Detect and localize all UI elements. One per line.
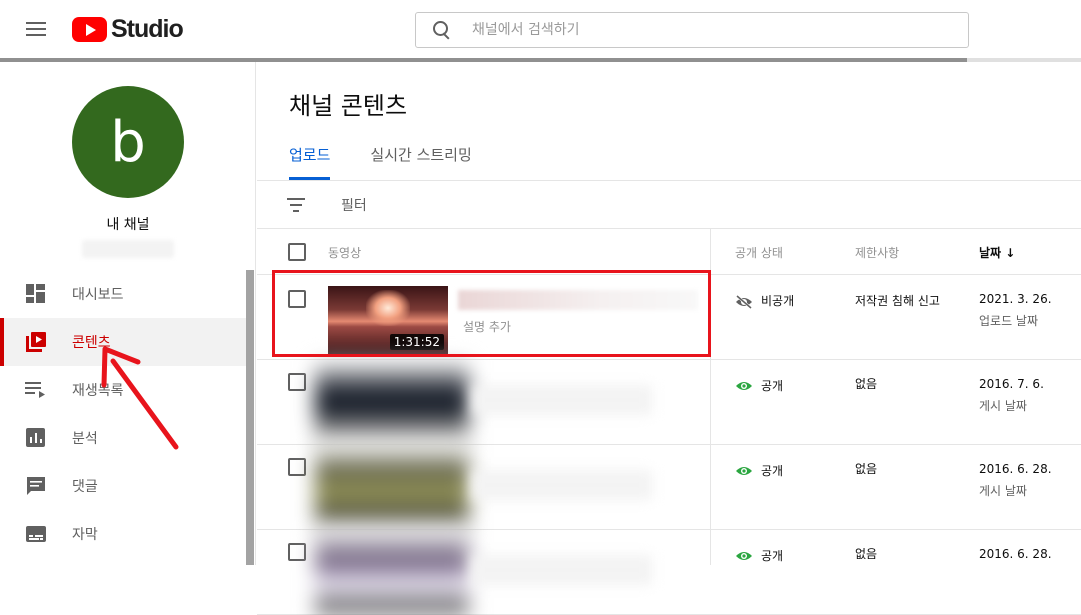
visibility-status[interactable]: 비공개 [735, 292, 794, 309]
studio-logo[interactable]: Studio [72, 14, 184, 43]
date-label: 게시 날짜 [979, 484, 1027, 498]
sidebar-item-label: 재생목록 [72, 383, 124, 399]
filter-bar: 필터 [257, 181, 1081, 229]
content-tabs: 업로드 실시간 스트리밍 [289, 144, 512, 180]
content-icon [25, 331, 47, 353]
visibility-icon [735, 550, 753, 562]
sidebar-item-comments[interactable]: 댓글 [0, 462, 246, 510]
search-box[interactable] [415, 12, 969, 48]
column-header-visibility[interactable]: 공개 상태 [735, 244, 783, 261]
visibility-status[interactable]: 공개 [735, 462, 783, 479]
sidebar-item-subtitles[interactable]: 자막 [0, 510, 246, 558]
search-input[interactable] [472, 22, 952, 38]
sidebar-item-analytics[interactable]: 분석 [0, 414, 246, 462]
search-icon[interactable] [433, 21, 451, 39]
row-checkbox[interactable] [288, 458, 306, 476]
logo-text: Studio [111, 14, 184, 43]
video-date: 2016. 6. 28. 게시 날짜 [979, 462, 1052, 499]
visibility-status[interactable]: 공개 [735, 377, 783, 394]
table-header: 동영상 공개 상태 제한사항 날짜 ↓ [257, 229, 1081, 275]
date-value: 2016. 6. 28. [979, 547, 1052, 561]
top-bar: Studio [0, 0, 1081, 58]
video-date: 2016. 6. 28. [979, 547, 1052, 561]
visibility-status[interactable]: 공개 [735, 547, 783, 564]
filter-input[interactable]: 필터 [341, 195, 367, 215]
youtube-logo-icon [72, 16, 107, 42]
video-date: 2016. 7. 6. 게시 날짜 [979, 377, 1044, 414]
sidebar-item-label: 댓글 [72, 479, 98, 495]
visibility-label: 비공개 [761, 294, 795, 308]
playlist-icon [25, 379, 47, 401]
tab-live-streaming[interactable]: 실시간 스트리밍 [370, 144, 471, 180]
sidebar-item-label: 대시보드 [72, 287, 124, 303]
video-title-redacted[interactable] [472, 555, 652, 585]
annotation-highlight-box [272, 270, 711, 357]
date-label: 게시 날짜 [979, 399, 1027, 413]
restriction-status[interactable]: 저작권 침해 신고 [855, 292, 940, 309]
column-header-date[interactable]: 날짜 ↓ [979, 244, 1015, 261]
menu-icon[interactable] [26, 22, 46, 36]
date-value: 2016. 6. 28. [979, 462, 1052, 476]
dashboard-icon [25, 283, 47, 305]
visibility-off-icon [735, 294, 753, 309]
sidebar-item-dashboard[interactable]: 대시보드 [0, 270, 246, 318]
filter-icon[interactable] [287, 198, 305, 212]
restriction-status: 없음 [855, 462, 878, 476]
tab-uploads[interactable]: 업로드 [289, 144, 331, 180]
restriction-status: 없음 [855, 547, 878, 561]
sidebar-scrollbar[interactable] [246, 270, 254, 565]
column-header-video: 동영상 [328, 246, 362, 260]
visibility-label: 공개 [761, 464, 784, 478]
date-value: 2016. 7. 6. [979, 377, 1044, 391]
sidebar-nav: 대시보드 콘텐츠 재생목록 분석 댓글 자막 [0, 270, 246, 558]
visibility-icon [735, 380, 753, 392]
video-title-redacted[interactable] [472, 470, 652, 500]
video-date: 2021. 3. 26. 업로드 날짜 [979, 292, 1052, 329]
channel-handle-redacted [82, 240, 174, 258]
date-label: 업로드 날짜 [979, 314, 1039, 328]
video-thumbnail-redacted[interactable] [315, 446, 469, 530]
sidebar-item-label: 콘텐츠 [72, 335, 111, 351]
sidebar-item-playlists[interactable]: 재생목록 [0, 366, 246, 414]
visibility-label: 공개 [761, 549, 784, 563]
comments-icon [25, 475, 47, 497]
avatar[interactable]: b [72, 86, 184, 198]
subtitles-icon [25, 523, 47, 545]
table-row[interactable]: 공개 없음 2016. 7. 6. 게시 날짜 [257, 361, 1081, 445]
channel-name: 내 채널 [106, 217, 150, 233]
select-all-checkbox[interactable] [288, 243, 306, 261]
column-header-restrictions[interactable]: 제한사항 [855, 244, 899, 261]
sidebar-item-content[interactable]: 콘텐츠 [0, 318, 246, 366]
sidebar: b 내 채널 대시보드 콘텐츠 재생목록 분석 댓글 자막 [0, 62, 256, 565]
video-thumbnail-redacted[interactable] [315, 361, 469, 445]
video-title-redacted[interactable] [472, 385, 652, 415]
sidebar-item-label: 분석 [72, 431, 98, 447]
visibility-label: 공개 [761, 379, 784, 393]
row-checkbox[interactable] [288, 373, 306, 391]
visibility-icon [735, 465, 753, 477]
row-checkbox[interactable] [288, 543, 306, 561]
table-row[interactable]: 공개 없음 2016. 6. 28. [257, 531, 1081, 615]
analytics-icon [25, 427, 47, 449]
page-title: 채널 콘텐츠 [289, 92, 408, 120]
date-value: 2021. 3. 26. [979, 292, 1052, 306]
restriction-status: 없음 [855, 377, 878, 391]
table-row[interactable]: 공개 없음 2016. 6. 28. 게시 날짜 [257, 446, 1081, 530]
video-thumbnail-redacted[interactable] [315, 531, 469, 615]
sidebar-item-label: 자막 [72, 527, 98, 543]
